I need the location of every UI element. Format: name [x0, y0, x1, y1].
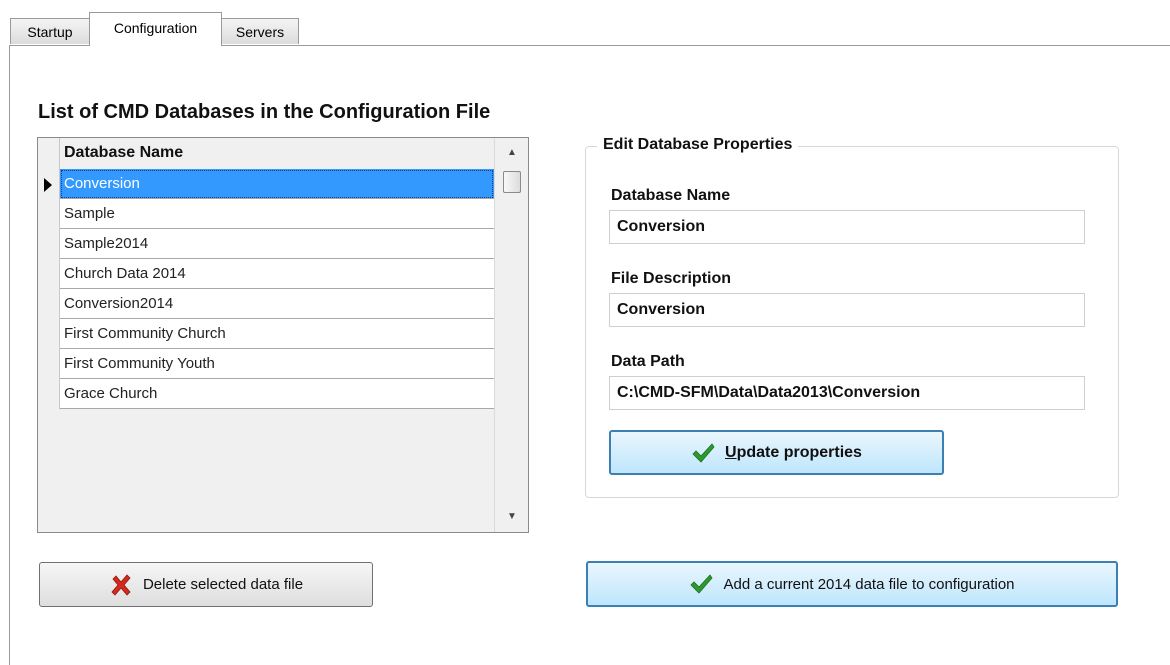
file-description-field[interactable] [609, 293, 1085, 327]
table-row[interactable]: First Community Youth [38, 349, 494, 379]
grid-header: Database Name [38, 138, 494, 170]
add-data-file-button[interactable]: Add a current 2014 data file to configur… [586, 561, 1118, 607]
database-name-field[interactable] [609, 210, 1085, 244]
row-header[interactable] [38, 349, 60, 379]
column-header-database-name[interactable]: Database Name [64, 144, 183, 162]
file-description-label: File Description [611, 270, 732, 287]
vertical-scrollbar[interactable]: ▲ ▼ [494, 138, 528, 532]
table-row[interactable]: Grace Church [38, 379, 494, 409]
row-header[interactable] [38, 259, 60, 289]
database-name-cell[interactable]: Sample [60, 199, 494, 229]
row-header[interactable] [38, 379, 60, 409]
table-row[interactable]: Conversion2014 [38, 289, 494, 319]
database-name-cell[interactable]: Conversion2014 [60, 289, 494, 319]
table-row[interactable]: Sample [38, 199, 494, 229]
row-header[interactable] [38, 289, 60, 319]
edit-properties-title: Edit Database Properties [597, 136, 799, 154]
tab-servers[interactable]: Servers [221, 18, 299, 44]
database-name-cell[interactable]: Grace Church [60, 379, 494, 409]
current-row-pointer-icon [44, 178, 52, 192]
tab-startup[interactable]: Startup [10, 18, 90, 44]
table-row[interactable]: Church Data 2014 [38, 259, 494, 289]
scroll-down-arrow-icon[interactable]: ▼ [505, 510, 519, 524]
scroll-up-arrow-icon[interactable]: ▲ [505, 146, 519, 160]
table-row[interactable]: First Community Church [38, 319, 494, 349]
database-name-cell[interactable]: Sample2014 [60, 229, 494, 259]
delete-data-file-label: Delete selected data file [142, 576, 304, 593]
row-header[interactable] [38, 199, 60, 229]
red-x-icon [111, 573, 131, 596]
scroll-thumb[interactable] [503, 171, 521, 193]
database-name-label: Database Name [611, 187, 731, 204]
database-name-cell[interactable]: First Community Church [60, 319, 494, 349]
table-row[interactable]: Sample2014 [38, 229, 494, 259]
database-name-cell[interactable]: Church Data 2014 [60, 259, 494, 289]
check-icon [690, 574, 713, 594]
row-header[interactable] [38, 169, 60, 199]
database-grid[interactable]: Database Name Conversion Sample Sample20… [37, 137, 529, 533]
row-header[interactable] [38, 319, 60, 349]
data-path-label: Data Path [611, 353, 685, 370]
row-header-corner [38, 138, 60, 169]
add-data-file-label: Add a current 2014 data file to configur… [723, 575, 1015, 593]
database-list-title: List of CMD Databases in the Configurati… [38, 101, 491, 123]
database-name-cell[interactable]: First Community Youth [60, 349, 494, 379]
tab-configuration[interactable]: Configuration [89, 12, 222, 46]
update-properties-button[interactable]: Update properties [609, 430, 944, 475]
row-header[interactable] [38, 229, 60, 259]
grid-rows: Conversion Sample Sample2014 Church Data… [38, 169, 494, 409]
check-icon [692, 442, 715, 463]
delete-data-file-button[interactable]: Delete selected data file [39, 562, 373, 607]
data-path-field[interactable] [609, 376, 1085, 410]
table-row[interactable]: Conversion [38, 169, 494, 199]
database-name-cell[interactable]: Conversion [60, 169, 494, 199]
update-properties-label: Update properties [725, 443, 862, 461]
